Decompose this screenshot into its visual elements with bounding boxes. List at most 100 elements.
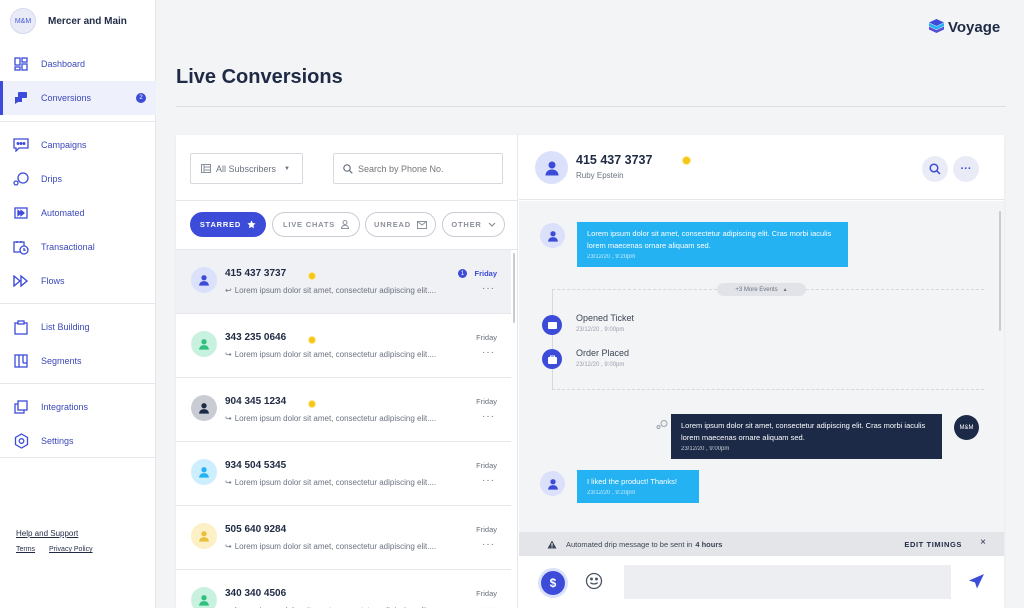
user-icon <box>545 161 558 175</box>
drips-icon <box>13 171 29 187</box>
contact-avatar <box>191 267 217 293</box>
list-scrollbar[interactable] <box>513 253 515 323</box>
thread-scrollbar[interactable] <box>999 211 1001 331</box>
message-text: Lorem ipsum dolor sit amet, consectetur … <box>587 229 832 250</box>
forward-icon: ↪ <box>225 542 232 551</box>
message-preview: ↩ Lorem ipsum dolor sit amet, consectetur… <box>225 286 470 295</box>
starred-icon[interactable] <box>308 336 316 344</box>
message-preview: ↪Lorem ipsum dolor sit amet, consectetur… <box>225 478 470 487</box>
timeline-divider <box>552 289 717 290</box>
more-icon[interactable]: ··· <box>482 475 495 486</box>
sidebar-item-label: Campaigns <box>41 140 87 150</box>
contact-phone: 343 235 0646 <box>225 332 287 343</box>
edit-timings-button[interactable]: EDIT TIMINGS <box>904 540 962 549</box>
conversation-row[interactable]: 904 345 1234 ↪ Lorem ipsum dolor sit amet,… <box>176 378 511 442</box>
contact-avatar <box>540 471 565 496</box>
forward-icon: ↪ <box>225 414 232 423</box>
message-dots-icon <box>13 137 29 153</box>
sidebar-item-campaigns[interactable]: Campaigns <box>0 128 156 162</box>
more-icon[interactable]: ··· <box>482 283 495 294</box>
list-icon <box>201 164 211 173</box>
starred-icon[interactable] <box>308 400 316 408</box>
message-preview: ↪Lorem ipsum dolor sit amet, consectetur… <box>225 350 470 359</box>
chip-label: UNREAD <box>374 220 411 229</box>
emoji-icon[interactable] <box>585 572 603 595</box>
filter-chip-starred[interactable]: STARRED <box>190 212 266 237</box>
message-input[interactable] <box>624 565 951 599</box>
segments-icon <box>13 353 29 369</box>
privacy-link[interactable]: Privacy Policy <box>49 546 93 553</box>
starred-icon[interactable] <box>308 272 316 280</box>
warning-icon <box>547 540 557 549</box>
outgoing-message: Lorem ipsum dolor sit amet, consectetur … <box>671 414 942 459</box>
clipboard-icon <box>13 319 29 335</box>
conversation-row[interactable]: 415 437 3737 ↩ Lorem ipsum dolor sit amet,… <box>176 250 511 314</box>
mail-icon <box>416 220 427 229</box>
message-time: 23/12/20 , 9:20pm <box>587 254 636 260</box>
sidebar-item-label: Settings <box>41 436 74 446</box>
more-icon[interactable]: ··· <box>482 539 495 550</box>
sidebar-item-flows[interactable]: Flows <box>0 264 156 298</box>
help-link[interactable]: Help and Support <box>16 529 78 538</box>
user-icon <box>547 478 558 490</box>
chip-label: LIVE CHATS <box>282 220 336 229</box>
forward-icon: ↪ <box>225 350 232 359</box>
contact-phone: 904 345 1234 <box>225 396 287 407</box>
user-icon <box>199 339 209 350</box>
phone-search[interactable] <box>333 153 503 184</box>
calendar-clock-icon <box>13 239 29 255</box>
sidebar-item-integrations[interactable]: Integrations <box>0 390 156 424</box>
event-timeline <box>552 289 553 389</box>
sidebar-item-label: Automated <box>41 208 85 218</box>
phone-search-input[interactable] <box>358 163 498 174</box>
sidebar-item-list-building[interactable]: List Building <box>0 310 156 344</box>
conversation-row[interactable]: 934 504 5345 ↪ Lorem ipsum dolor sit amet,… <box>176 442 511 506</box>
event-time: 23/12/20 , 9:00pm <box>576 327 625 333</box>
sidebar-item-drips[interactable]: Drips <box>0 162 156 196</box>
chevron-down-icon <box>488 222 496 228</box>
contact-phone: 934 504 5345 <box>225 460 287 471</box>
conversation-row[interactable]: 343 235 0646 ↪ Lorem ipsum dolor sit amet,… <box>176 314 511 378</box>
filter-chip-live-chats[interactable]: LIVE CHATS <box>272 212 360 237</box>
conversation-row[interactable]: 505 640 9284 ↪ Lorem ipsum dolor sit amet,… <box>176 506 511 570</box>
event-title: Order Placed <box>576 348 630 358</box>
sidebar-item-automated[interactable]: Automated <box>0 196 156 230</box>
chip-label: STARRED <box>199 220 242 229</box>
event-time: 23/12/20 , 9:00pm <box>576 362 625 368</box>
send-icon[interactable] <box>968 573 985 595</box>
incoming-message: I liked the product! Thanks! 23/12/20 , … <box>577 470 699 503</box>
more-events-toggle[interactable]: +3 More Events ▲ <box>717 283 806 296</box>
payment-button[interactable]: $ <box>541 571 565 595</box>
more-options-button[interactable]: ··· <box>953 156 979 182</box>
brand-name: Mercer and Main <box>48 15 127 27</box>
sidebar-item-segments[interactable]: Segments <box>0 344 156 378</box>
terms-link[interactable]: Terms <box>16 546 35 553</box>
page-title: Live Conversions <box>176 66 343 88</box>
automation-icon <box>656 416 668 434</box>
sidebar-item-conversions[interactable]: Conversions 2 <box>0 81 156 115</box>
title-divider <box>176 106 1006 107</box>
sidebar-item-transactional[interactable]: Transactional <box>0 230 156 264</box>
user-icon <box>199 595 209 606</box>
sidebar-item-settings[interactable]: Settings <box>0 424 156 458</box>
brand[interactable]: M&M Mercer and Main <box>10 8 127 34</box>
sidebar-item-label: List Building <box>41 322 90 332</box>
integrations-icon <box>13 399 29 415</box>
starred-icon[interactable] <box>682 156 691 165</box>
close-icon[interactable]: × <box>980 537 986 548</box>
filter-chip-unread[interactable]: UNREAD <box>365 212 436 237</box>
order-event-icon <box>542 349 562 369</box>
conversation-row[interactable]: 340 340 4506↪Lorem ipsum dolor sit amet,… <box>176 570 511 608</box>
user-icon <box>341 220 350 229</box>
sidebar-item-dashboard[interactable]: Dashboard <box>0 47 156 81</box>
more-icon[interactable]: ··· <box>482 347 495 358</box>
conversation-list-column: All Subscribers ▼ STARRED LIVE CHATS UNR… <box>176 135 518 608</box>
filter-chip-other[interactable]: OTHER <box>442 212 505 237</box>
more-icon[interactable]: ··· <box>482 411 495 422</box>
event-title: Opened Ticket <box>576 313 635 323</box>
unread-badge: 1 <box>458 269 467 278</box>
contact-avatar <box>191 587 217 608</box>
subscriber-filter-select[interactable]: All Subscribers ▼ <box>190 153 303 184</box>
more-icon[interactable]: ··· <box>482 603 495 608</box>
search-conversation-button[interactable] <box>922 156 948 182</box>
